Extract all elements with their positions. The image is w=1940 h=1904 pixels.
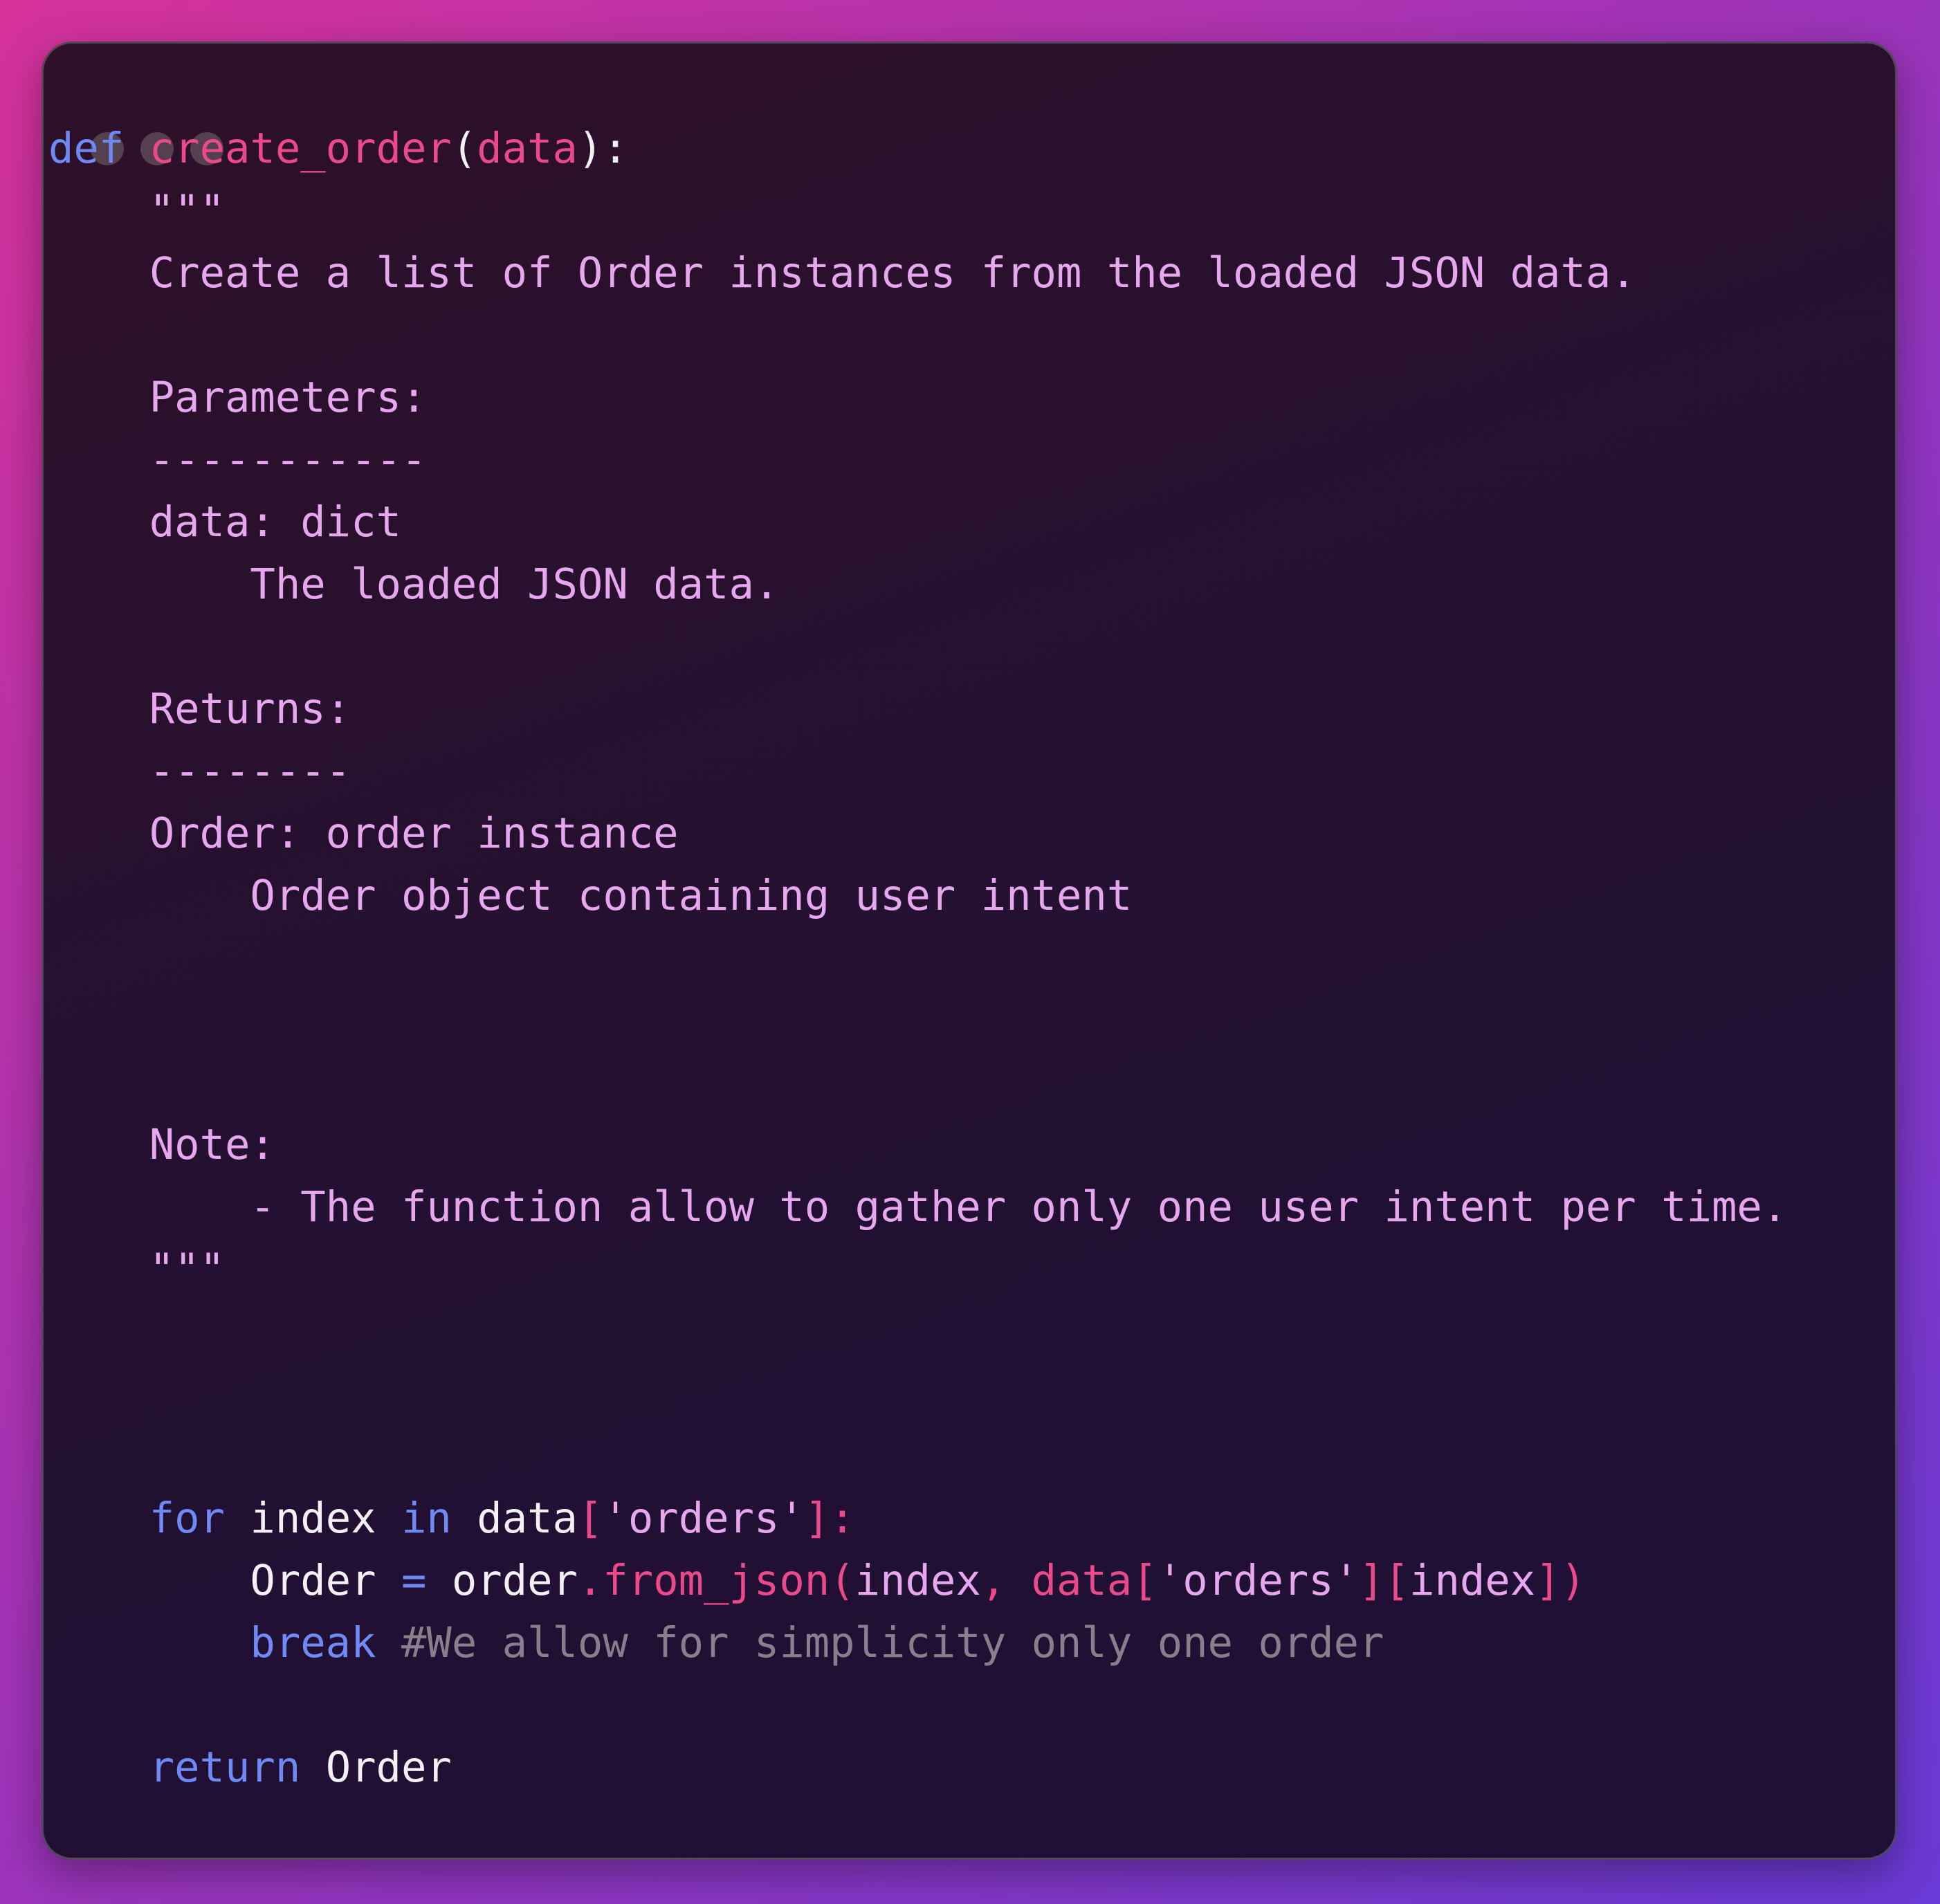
docstring-return-description: Order object containing user intent xyxy=(250,872,1133,920)
arg-bracket-open: [ xyxy=(1132,1557,1157,1605)
code-line-11: -------- xyxy=(48,740,1787,803)
code-line-10: Returns: xyxy=(48,678,1787,740)
arg-comma: , xyxy=(980,1557,1032,1605)
code-line-24: Order = order.from_json(index, data['ord… xyxy=(48,1550,1787,1612)
identifier-order-module: order xyxy=(451,1557,578,1605)
arg-close: ]) xyxy=(1535,1557,1586,1605)
docstring-param-data: data: dict xyxy=(149,498,401,547)
keyword-return: return xyxy=(149,1743,301,1792)
bracket-open: [ xyxy=(577,1494,603,1543)
code-line-12: Order: order instance xyxy=(48,803,1787,865)
docstring-return-type: Order: order instance xyxy=(149,809,679,858)
arg-data: data xyxy=(1031,1557,1133,1605)
docstring-returns-rule: -------- xyxy=(149,747,351,796)
code-line-13: Order object containing user intent xyxy=(48,865,1787,927)
docstring-note-item: - The function allow to gather only one … xyxy=(250,1183,1788,1232)
code-line-19: """ xyxy=(48,1238,1787,1301)
docstring-param-description: The loaded JSON data. xyxy=(250,560,780,609)
docstring-open-quotes: """ xyxy=(149,187,225,235)
keyword-break: break xyxy=(250,1619,376,1667)
code-line-8: The loaded JSON data. xyxy=(48,553,1787,616)
docstring-summary: Create a list of Order instances from th… xyxy=(149,249,1636,298)
docstring-parameters-heading: Parameters: xyxy=(149,374,427,422)
keyword-in: in xyxy=(401,1494,452,1543)
identifier-order-var: Order xyxy=(250,1557,376,1605)
code-line-7: data: dict xyxy=(48,491,1787,553)
code-block: def create_order(data): """ Create a lis… xyxy=(48,118,1787,1799)
bracket-close: ]: xyxy=(804,1494,855,1543)
paren-close: ): xyxy=(577,125,628,173)
code-line-3: Create a list of Order instances from th… xyxy=(48,242,1787,304)
code-line-6: ----------- xyxy=(48,429,1787,491)
comment: #We allow for simplicity only one order xyxy=(401,1619,1384,1667)
string-orders: 'orders' xyxy=(603,1494,805,1543)
docstring-note-heading: Note: xyxy=(149,1121,275,1169)
code-line-5: Parameters: xyxy=(48,367,1787,429)
code-line-17: Note: xyxy=(48,1114,1787,1176)
keyword-def: def xyxy=(48,125,125,173)
arg-string-orders: 'orders' xyxy=(1157,1557,1360,1605)
code-line-23: for index in data['orders']: xyxy=(48,1488,1787,1550)
code-line-18: - The function allow to gather only one … xyxy=(48,1176,1787,1238)
paren-open: ( xyxy=(451,125,477,173)
identifier-index: index xyxy=(250,1494,376,1543)
code-line-25: break #We allow for simplicity only one … xyxy=(48,1612,1787,1674)
code-line-2: """ xyxy=(48,180,1787,242)
docstring-parameters-rule: ----------- xyxy=(149,436,427,484)
method-from-json: .from_json( xyxy=(577,1557,855,1605)
arg-index: index xyxy=(854,1557,981,1605)
identifier-data: data xyxy=(477,1494,578,1543)
arg-bracket-middle: ][ xyxy=(1359,1557,1410,1605)
parameter-data: data xyxy=(477,125,578,173)
code-line-1: def create_order(data): xyxy=(48,118,1787,180)
function-name: create_order xyxy=(149,125,452,173)
operator-assign: = xyxy=(401,1557,427,1605)
code-line-27: return Order xyxy=(48,1737,1787,1799)
return-value: Order xyxy=(325,1743,452,1792)
docstring-returns-heading: Returns: xyxy=(149,685,351,733)
docstring-close-quotes: """ xyxy=(149,1245,225,1294)
arg-index-2: index xyxy=(1409,1557,1536,1605)
keyword-for: for xyxy=(149,1494,225,1543)
